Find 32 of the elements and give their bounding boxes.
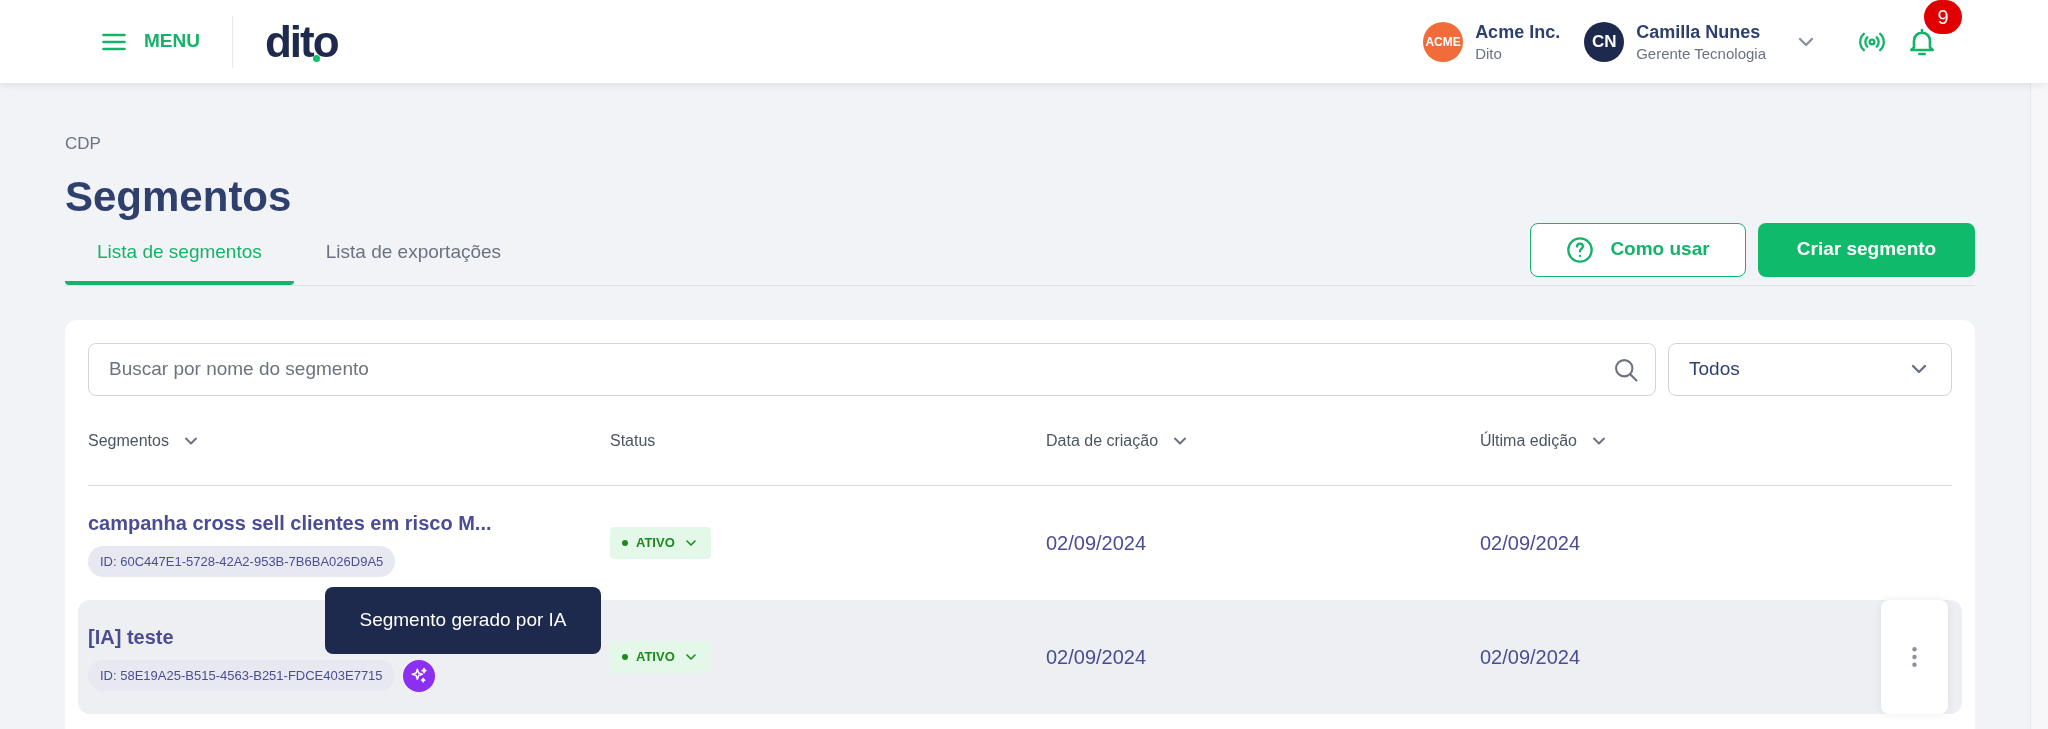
last-edit-date: 02/09/2024 xyxy=(1480,645,1581,668)
breadcrumb: CDP xyxy=(65,133,102,155)
sortable-column-header[interactable]: Segmentos xyxy=(88,429,201,453)
status-dropdown[interactable]: ATIVO xyxy=(610,526,711,559)
column-header: Status xyxy=(610,431,656,451)
user-name: Camilla Nunes xyxy=(1636,20,1762,44)
sortable-column-header[interactable]: Última edição xyxy=(1480,429,1609,453)
segment-name[interactable]: [IA] teste xyxy=(88,621,174,652)
user-avatar: CN xyxy=(1584,21,1625,62)
logo[interactable]: dito xyxy=(264,19,338,64)
ai-sparkle-icon[interactable] xyxy=(402,659,435,692)
last-edit-date: 02/09/2024 xyxy=(1480,531,1581,554)
tab[interactable]: Lista de exportações xyxy=(293,226,534,285)
creation-date: 02/09/2024 xyxy=(1046,531,1147,554)
more-vertical-icon xyxy=(1912,645,1917,668)
org-avatar: ACME xyxy=(1423,21,1464,62)
page-title: Segmentos xyxy=(65,171,293,222)
user-role: Gerente Tecnologia xyxy=(1636,43,1766,64)
status-dropdown[interactable]: ATIVO xyxy=(610,640,711,673)
scrollbar[interactable] xyxy=(2030,83,2048,729)
segment-id: ID: 58E19A25-B515-4563-B251-FDCE403E7715 xyxy=(88,659,395,692)
segment-name[interactable]: campanha cross sell clientes em risco M... xyxy=(88,507,492,538)
status-filter-dropdown[interactable]: Todos xyxy=(1668,342,1952,396)
creation-date: 02/09/2024 xyxy=(1046,645,1147,668)
search-field[interactable]: Buscar por nome do segmento xyxy=(88,342,1656,396)
tooltip: Segmento gerado por IA xyxy=(325,586,601,654)
notification-count: 9 xyxy=(1924,0,1962,34)
org-subtitle: Dito xyxy=(1475,43,1503,64)
help-icon xyxy=(1566,235,1595,264)
org-name: Acme Inc. xyxy=(1475,20,1561,44)
segment-id: ID: 60C447E1-5728-42A2-953B-7B6BA026D9A5 xyxy=(88,545,396,578)
sortable-column-header[interactable]: Data de criação xyxy=(1046,429,1191,453)
